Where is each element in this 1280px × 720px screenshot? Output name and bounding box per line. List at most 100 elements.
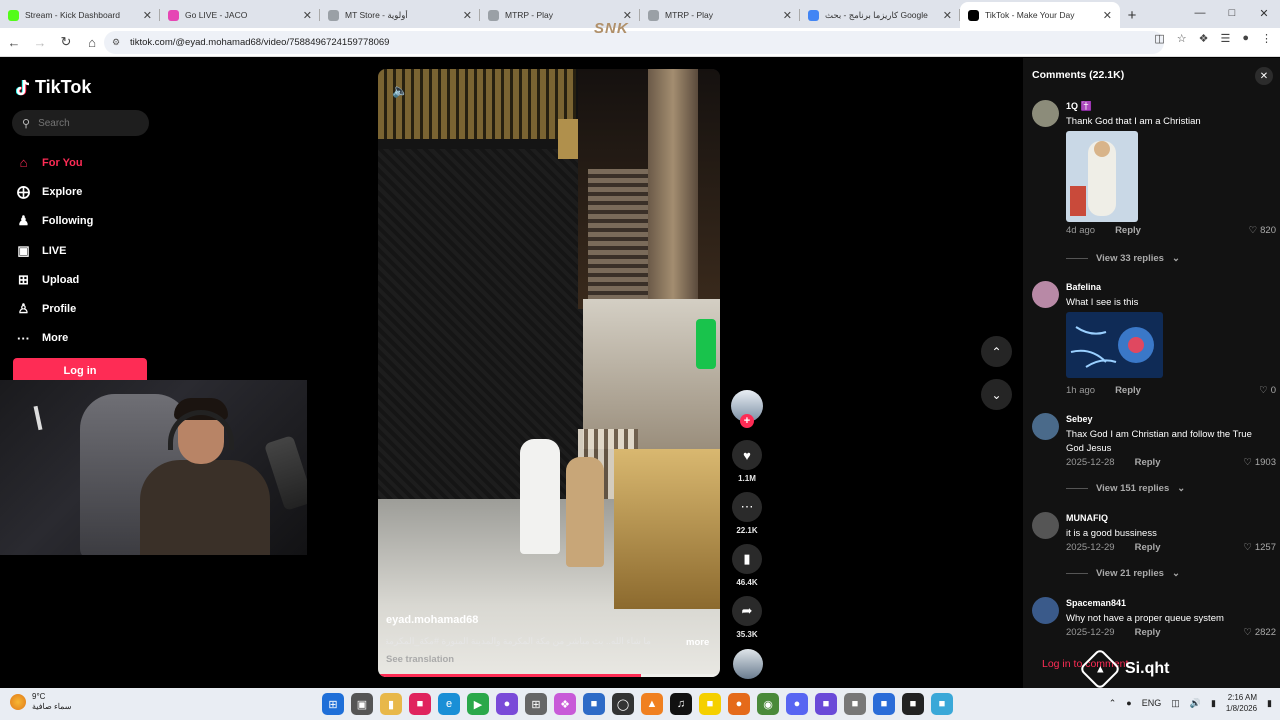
previous-video-button[interactable]: ⌃ [981, 336, 1012, 367]
next-video-button[interactable]: ⌄ [981, 379, 1012, 410]
comment-like[interactable]: ♡ 0 [1259, 385, 1276, 396]
commenter-avatar[interactable] [1032, 597, 1059, 624]
calculator-icon[interactable]: ⊞ [525, 693, 547, 715]
chrome-icon[interactable]: ◉ [757, 693, 779, 715]
close-tab-icon[interactable]: ✕ [783, 9, 792, 22]
network-icon[interactable]: ◫ [1171, 698, 1180, 709]
app-icon[interactable]: ■ [699, 693, 721, 715]
follow-plus-icon[interactable]: + [740, 414, 754, 428]
browser-tab[interactable]: كاريزما برنامج - بحث Google ✕ [800, 2, 960, 28]
comment-like[interactable]: ♡ 1903 [1243, 457, 1276, 468]
weather-widget[interactable]: 9°C سماء صافية [10, 692, 72, 712]
clock[interactable]: 2:16 AM 1/8/2026 [1226, 692, 1257, 714]
browser-tab[interactable]: Stream - Kick Dashboard ✕ [0, 2, 160, 28]
browser-tab[interactable]: MTRP - Play ✕ [640, 2, 800, 28]
reply-button[interactable]: Reply [1135, 627, 1161, 638]
tiktok-app-icon[interactable]: ♫ [670, 693, 692, 715]
app-icon[interactable]: ■ [902, 693, 924, 715]
install-icon[interactable]: ◫ [1154, 32, 1164, 45]
heart-icon[interactable]: ♥ [732, 440, 762, 470]
menu-icon[interactable]: ⋮ [1261, 32, 1272, 45]
commenter-name[interactable]: Spaceman841 [1066, 598, 1126, 608]
media-icon[interactable]: ☰ [1220, 32, 1230, 45]
battery-icon[interactable]: ▮ [1211, 698, 1216, 709]
search-input[interactable] [38, 117, 139, 129]
comment-image[interactable] [1066, 312, 1163, 378]
minimize-button[interactable]: — [1184, 0, 1216, 26]
tiktok-logo[interactable]: TikTok [16, 77, 91, 98]
store-icon[interactable]: ▶ [467, 693, 489, 715]
reload-button[interactable]: ↻ [54, 30, 78, 54]
view-replies-button[interactable]: View 151 replies ⌄ [1066, 483, 1185, 494]
close-tab-icon[interactable]: ✕ [1103, 9, 1112, 22]
commenter-name[interactable]: MUNAFIQ [1066, 513, 1108, 523]
browser-tab[interactable]: MT Store - أولوية ✕ [320, 2, 480, 28]
url-bar[interactable]: ⚙ tiktok.com/@eyad.mohamad68/video/75884… [104, 31, 1164, 54]
close-tab-icon[interactable]: ✕ [943, 9, 952, 22]
obs-icon[interactable]: ◯ [612, 693, 634, 715]
app-icon[interactable]: ■ [844, 693, 866, 715]
commenter-avatar[interactable] [1032, 413, 1059, 440]
share-action[interactable]: ➦ 35.3K [731, 596, 763, 639]
extensions-icon[interactable]: ❖ [1199, 32, 1209, 45]
language-indicator[interactable]: ENG [1142, 698, 1162, 708]
creator-avatar[interactable]: + [731, 390, 763, 428]
app-icon[interactable]: ■ [409, 693, 431, 715]
volume-icon[interactable]: 🔈 [392, 83, 408, 99]
commenter-avatar[interactable] [1032, 100, 1059, 127]
app-icon[interactable]: ■ [931, 693, 953, 715]
maximize-button[interactable]: □ [1216, 0, 1248, 26]
app-icon[interactable]: ■ [815, 693, 837, 715]
sidebar-item-explore[interactable]: ⨁ Explore [16, 177, 93, 206]
copilot-icon[interactable]: ❖ [554, 693, 576, 715]
comment-like[interactable]: ♡ 820 [1249, 225, 1276, 236]
sidebar-item-upload[interactable]: ⊞ Upload [16, 265, 93, 294]
app-icon[interactable]: ▲ [641, 693, 663, 715]
share-icon[interactable]: ➦ [732, 596, 762, 626]
edge-icon[interactable]: e [438, 693, 460, 715]
close-window-button[interactable]: ✕ [1248, 0, 1280, 26]
see-translation-link[interactable]: See translation [386, 654, 454, 665]
new-tab-button[interactable]: + [1120, 2, 1144, 28]
comment-like[interactable]: ♡ 2822 [1243, 627, 1276, 638]
close-tab-icon[interactable]: ✕ [463, 9, 472, 22]
reply-button[interactable]: Reply [1115, 225, 1141, 236]
notification-icon[interactable]: ▮ [1267, 698, 1272, 709]
reply-button[interactable]: Reply [1135, 457, 1161, 468]
back-button[interactable]: ← [2, 30, 26, 54]
file-explorer-icon[interactable]: ▮ [380, 693, 402, 715]
bookmark-star-icon[interactable]: ☆ [1177, 32, 1187, 45]
sidebar-item-live[interactable]: ▣ LIVE [16, 236, 93, 265]
home-button[interactable]: ⌂ [80, 30, 104, 54]
comment-like[interactable]: ♡ 1257 [1243, 542, 1276, 553]
like-action[interactable]: ♥ 1.1M [731, 440, 763, 483]
bookmark-icon[interactable]: ▮ [732, 544, 762, 574]
tray-chevron-icon[interactable]: ⌃ [1109, 698, 1117, 709]
microphone-icon[interactable]: ● [1126, 698, 1131, 708]
discord-icon[interactable]: ● [786, 693, 808, 715]
app-icon[interactable]: ■ [873, 693, 895, 715]
more-link[interactable]: more [686, 637, 709, 648]
video-player[interactable]: 🔈 eyad.mohamad68 ما شاء الله.. بث مباشر … [378, 69, 720, 677]
forward-button[interactable]: → [28, 30, 52, 54]
profile-avatar[interactable]: ● [1242, 32, 1249, 45]
save-action[interactable]: ▮ 46.4K [731, 544, 763, 587]
close-tab-icon[interactable]: ✕ [143, 9, 152, 22]
sidebar-item-more[interactable]: ··· More [16, 324, 93, 353]
view-replies-button[interactable]: View 33 replies ⌄ [1066, 253, 1180, 264]
commenter-name[interactable]: Sebey [1066, 414, 1093, 424]
music-disc-avatar[interactable] [733, 649, 763, 679]
volume-tray-icon[interactable]: 🔊 [1190, 698, 1201, 709]
close-tab-icon[interactable]: ✕ [303, 9, 312, 22]
task-view-icon[interactable]: ▣ [351, 693, 373, 715]
close-comments-button[interactable]: ✕ [1255, 67, 1273, 85]
commenter-avatar[interactable] [1032, 281, 1059, 308]
commenter-avatar[interactable] [1032, 512, 1059, 539]
comment-action[interactable]: ⋯ 22.1K [731, 492, 763, 535]
commenter-name[interactable]: 1Q ✝️ [1066, 101, 1092, 112]
video-username[interactable]: eyad.mohamad68 [386, 614, 478, 626]
reply-button[interactable]: Reply [1135, 542, 1161, 553]
app-icon[interactable]: ■ [583, 693, 605, 715]
browser-tab[interactable]: Go LIVE - JACO ✕ [160, 2, 320, 28]
search-box[interactable]: ⚲ [12, 110, 149, 136]
